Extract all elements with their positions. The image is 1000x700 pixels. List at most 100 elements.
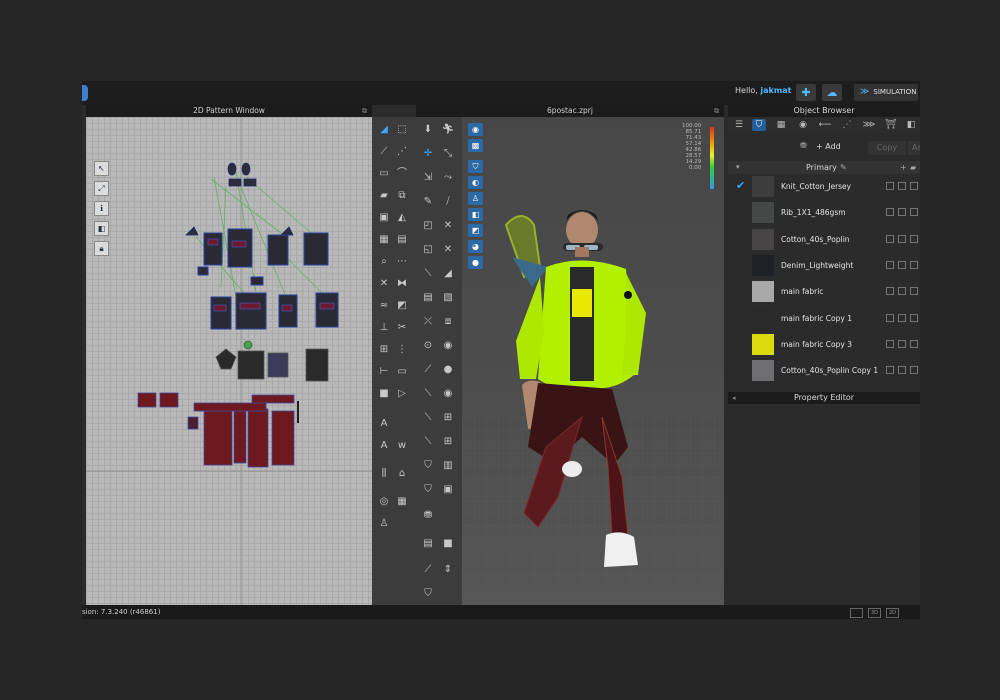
- link-icon[interactable]: ⧓: [394, 277, 410, 291]
- sewing-icon[interactable]: ⧉: [394, 189, 410, 203]
- zoom-icon[interactable]: ⌕: [376, 255, 392, 269]
- hang-icon[interactable]: ⟍: [420, 435, 436, 449]
- pin-icon[interactable]: ◂: [732, 392, 736, 404]
- add-button[interactable]: + Add: [816, 142, 841, 151]
- tack-icon[interactable]: ⤳: [440, 171, 456, 185]
- info-icon[interactable]: ℹ: [94, 201, 109, 216]
- segment-icon[interactable]: ⟋: [376, 145, 392, 159]
- fabric-swatch[interactable]: [752, 176, 774, 197]
- pattern-3d-icon[interactable]: ⧈: [440, 315, 456, 329]
- trim-icon[interactable]: ✂: [394, 321, 410, 335]
- fabric-3d-icon[interactable]: ▥: [440, 459, 456, 473]
- fabric-swatch[interactable]: [752, 333, 774, 355]
- delete-icon[interactable]: [910, 313, 918, 322]
- grid-icon[interactable]: ▦: [376, 233, 392, 247]
- view-2d-button[interactable]: [850, 608, 863, 618]
- camera-icon[interactable]: ■: [376, 387, 392, 401]
- annotation-icon[interactable]: ▷: [394, 387, 410, 401]
- select-icon[interactable]: ◢: [376, 123, 392, 137]
- folder-icon[interactable]: ▰: [376, 189, 392, 203]
- tab-more-icon[interactable]: ◧: [904, 119, 918, 131]
- tshirt-icon[interactable]: ⛉: [420, 483, 436, 497]
- line-3d-icon[interactable]: ⟍: [420, 267, 436, 281]
- library-add-icon[interactable]: ⛃: [800, 141, 807, 150]
- iron-icon[interactable]: ◭: [394, 211, 410, 225]
- wm-icon[interactable]: w: [394, 439, 410, 453]
- expand-icon[interactable]: [886, 313, 894, 322]
- skin-view-icon[interactable]: ◕: [468, 240, 483, 253]
- expand-icon[interactable]: [886, 260, 894, 269]
- fabric-swatch[interactable]: [752, 360, 774, 382]
- fabric-view-icon[interactable]: ⛉: [468, 160, 483, 173]
- button-3d-icon[interactable]: ●: [440, 363, 456, 377]
- fabric-swatch[interactable]: [752, 202, 774, 224]
- fold-icon[interactable]: ◩: [394, 299, 410, 313]
- sphere-view-icon[interactable]: ●: [468, 256, 483, 269]
- fabric-row[interactable]: main fabric Copy 1: [728, 306, 920, 332]
- pattern-canvas[interactable]: ↖ ⤢ ℹ ◧ 🔒︎: [86, 117, 372, 605]
- trim-3d-icon[interactable]: ⊞: [440, 411, 456, 425]
- fit-icon[interactable]: 🏃︎: [440, 123, 456, 137]
- tab-line-icon[interactable]: ⟵: [818, 119, 832, 131]
- fabric-row[interactable]: Cotton_40s_Poplin Copy 1: [728, 358, 920, 384]
- tab-stitch-icon[interactable]: ⋰: [840, 119, 854, 131]
- transform-3d-icon[interactable]: ✛: [420, 147, 436, 161]
- hanger-icon[interactable]: ⌂: [394, 467, 410, 481]
- duplicate-icon[interactable]: [898, 208, 906, 217]
- expand-icon[interactable]: [886, 339, 894, 348]
- pick-icon[interactable]: ⇲: [420, 171, 436, 185]
- transform-icon[interactable]: ⤢: [94, 181, 109, 196]
- delete-icon[interactable]: [910, 366, 918, 375]
- lock-icon[interactable]: 🔒︎: [94, 241, 109, 256]
- fabric-swatch[interactable]: [752, 228, 774, 250]
- simulate-icon[interactable]: ⬇: [420, 123, 436, 137]
- texture-icon[interactable]: ▤: [420, 291, 436, 305]
- username[interactable]: jakmat: [760, 86, 791, 95]
- tape-icon[interactable]: ⟋: [420, 563, 436, 577]
- stitch-icon[interactable]: ⋯: [394, 255, 410, 269]
- fabric-row[interactable]: main fabric Copy 3: [728, 332, 920, 358]
- tab-fabric-icon[interactable]: ⛉: [752, 119, 766, 131]
- graphic-icon[interactable]: ⟍: [420, 387, 436, 401]
- arrange-point-icon[interactable]: ◉: [440, 339, 456, 353]
- rotate-icon[interactable]: ⤡: [440, 147, 456, 161]
- move-icon[interactable]: ⬚: [394, 123, 410, 137]
- segment-3d-icon[interactable]: ⟋: [420, 363, 436, 377]
- image-icon[interactable]: ▣: [376, 211, 392, 225]
- simulation-button[interactable]: ≫ SIMULATION: [854, 84, 918, 101]
- button-tool-icon[interactable]: ◎: [376, 495, 392, 509]
- cut-icon[interactable]: ✕: [376, 277, 392, 291]
- fit-avatar-icon[interactable]: ⛉: [420, 587, 436, 601]
- library-icon[interactable]: ✚: [796, 84, 816, 101]
- layer-icon[interactable]: ◧: [94, 221, 109, 236]
- topstitch-icon[interactable]: ⫼: [376, 467, 392, 481]
- duplicate-icon[interactable]: [898, 366, 906, 375]
- duplicate-icon[interactable]: [898, 287, 906, 296]
- fold-3d-icon[interactable]: ◰: [420, 219, 436, 233]
- tab-list-icon[interactable]: ☰: [732, 119, 746, 131]
- box-icon[interactable]: ▣: [440, 483, 456, 497]
- seam-icon[interactable]: ⋮: [394, 343, 410, 357]
- expand-icon[interactable]: [886, 287, 894, 296]
- delete-icon[interactable]: [910, 287, 918, 296]
- fabric-row[interactable]: ✔ Knit_Cotton_Jersey: [728, 174, 920, 200]
- delete-icon[interactable]: [910, 182, 918, 190]
- maximize-icon[interactable]: ⧉: [362, 105, 367, 117]
- pen-icon[interactable]: ✎: [420, 195, 436, 209]
- select-mesh-icon[interactable]: ◱: [420, 243, 436, 257]
- elastic-icon[interactable]: ≈: [376, 299, 392, 313]
- polygon-icon[interactable]: ▭: [376, 167, 392, 181]
- tab-button-icon[interactable]: ◉: [796, 119, 810, 131]
- avatar-view-icon[interactable]: ◉: [468, 123, 483, 136]
- zipper-icon[interactable]: ◉: [440, 387, 456, 401]
- cloud-icon[interactable]: ☁: [822, 84, 842, 101]
- pattern-view-icon[interactable]: ◐: [468, 176, 483, 189]
- edit-pattern-icon[interactable]: ↖: [94, 161, 109, 176]
- tab-pattern-icon[interactable]: ▦: [774, 119, 788, 131]
- fabric-swatch[interactable]: [752, 254, 774, 276]
- garment-view-icon[interactable]: ▩: [468, 139, 483, 152]
- point-icon[interactable]: ⋰: [394, 145, 410, 159]
- fabric-group-header[interactable]: ▾ Primary ✎ + ▰: [728, 161, 920, 174]
- copy-button[interactable]: Copy: [868, 141, 906, 155]
- arrange-icon[interactable]: ⊙: [420, 339, 436, 353]
